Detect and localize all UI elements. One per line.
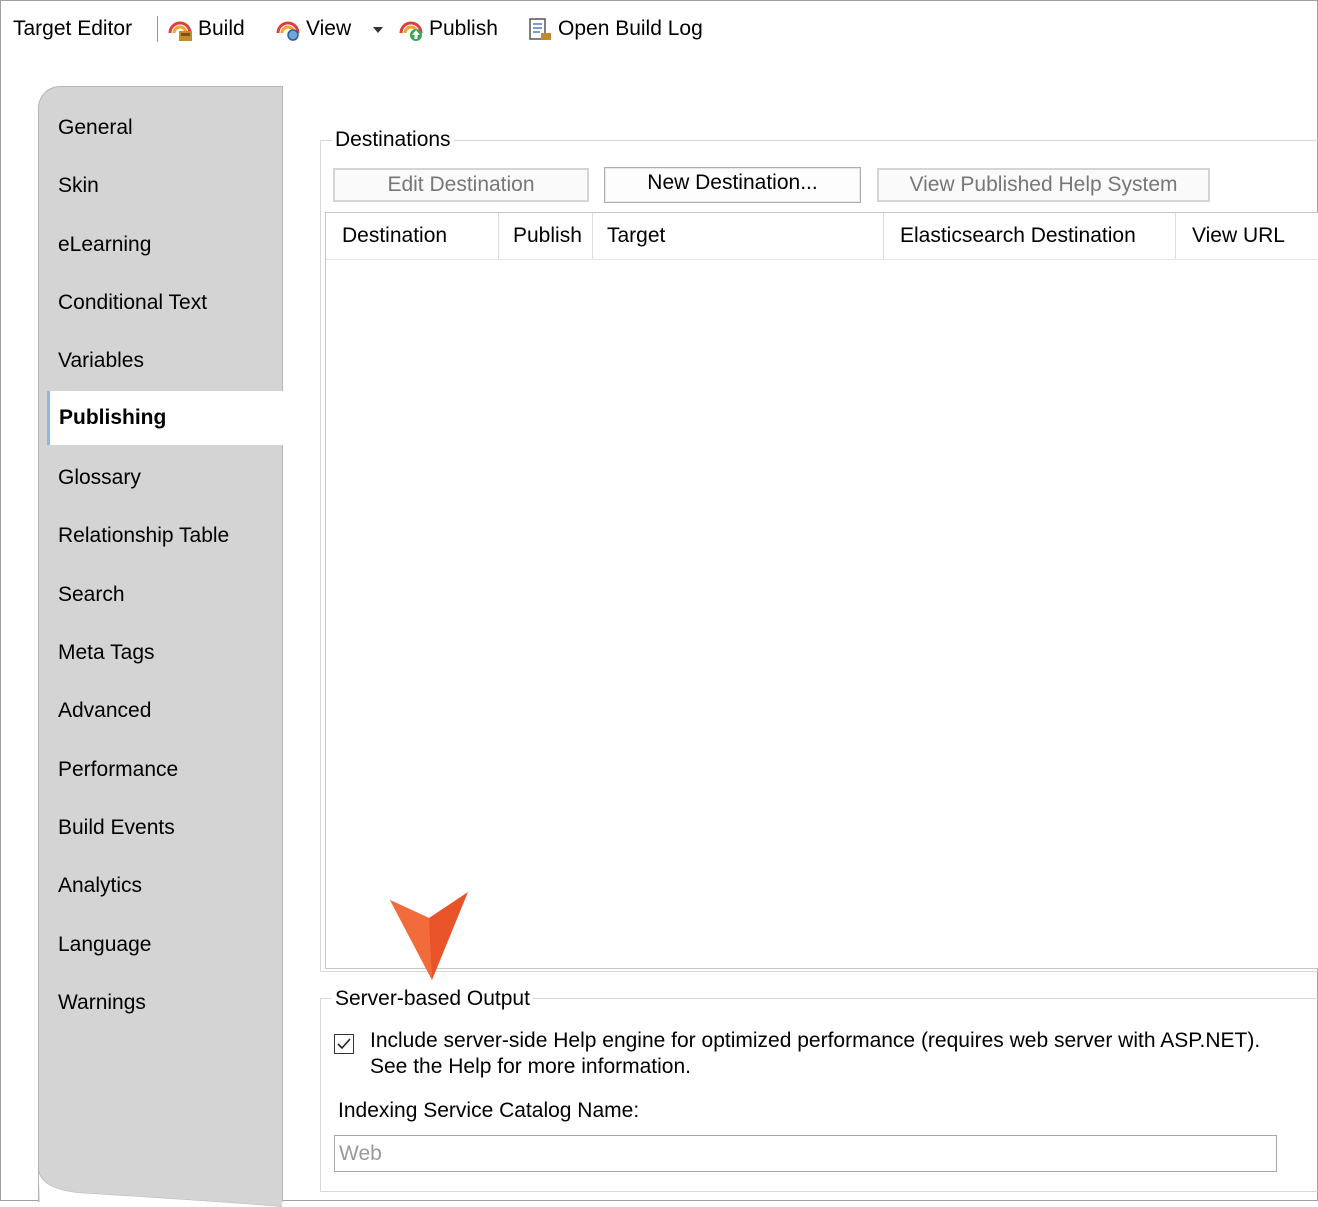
checkmark-icon [337,1038,351,1050]
column-header-destination[interactable]: Destination [326,213,499,259]
server-side-help-checkbox[interactable] [334,1034,354,1054]
nav-item-meta-tags[interactable]: Meta Tags [58,635,155,671]
toolbar-separator [157,16,158,42]
checkbox-label-line2: See the Help for more information. [370,1055,691,1078]
catalog-name-label: Indexing Service Catalog Name: [338,1099,640,1122]
toolbar: Target Editor Build View Publish Open Bu… [0,0,1316,58]
build-log-icon [527,16,553,42]
nav-item-language[interactable]: Language [58,927,151,963]
nav-item-warnings[interactable]: Warnings [58,985,146,1021]
build-button[interactable]: Build [167,14,245,44]
destinations-group-label: Destinations [332,127,454,153]
nav-item-variables[interactable]: Variables [58,343,144,379]
editor-title-text: Target Editor [13,17,133,40]
column-header-publish[interactable]: Publish [499,213,593,259]
column-header-target[interactable]: Target [593,213,884,259]
nav-item-build-events[interactable]: Build Events [58,810,175,846]
publish-button[interactable]: Publish [398,14,498,44]
column-header-view-url[interactable]: View URL [1176,213,1318,259]
nav-item-search[interactable]: Search [58,577,125,613]
open-build-log-button[interactable]: Open Build Log [527,14,703,44]
open-build-log-label: Open Build Log [558,17,703,40]
edit-destination-button[interactable]: Edit Destination [333,168,589,202]
nav-item-analytics[interactable]: Analytics [58,868,142,904]
server-side-help-checkbox-label: Include server-side Help engine for opti… [370,1028,1260,1080]
catalog-name-input[interactable]: Web [334,1135,1277,1172]
view-button[interactable]: View [275,14,351,44]
table-header-row: Destination Publish Target Elasticsearch… [326,213,1318,260]
server-output-group-label: Server-based Output [332,986,533,1012]
nav-panel-bottom-curve [39,1167,282,1207]
nav-item-general[interactable]: General [58,110,133,146]
column-header-elasticsearch-destination[interactable]: Elasticsearch Destination [884,213,1176,259]
nav-item-publishing[interactable]: Publishing [47,391,283,445]
view-icon [275,16,301,42]
editor-title: Target Editor [13,14,132,44]
build-label: Build [198,17,245,40]
nav-item-advanced[interactable]: Advanced [58,693,151,729]
new-destination-button[interactable]: New Destination... [604,167,861,203]
nav-item-performance[interactable]: Performance [58,752,178,788]
checkbox-label-line1: Include server-side Help engine for opti… [370,1029,1261,1052]
callout-arrow-icon [390,892,468,980]
nav-item-elearning[interactable]: eLearning [58,227,151,263]
publish-icon [398,16,424,42]
nav-item-glossary[interactable]: Glossary [58,460,141,496]
nav-item-conditional-text[interactable]: Conditional Text [58,285,207,321]
nav-item-publishing-label: Publishing [59,406,167,429]
publish-label: Publish [429,17,498,40]
view-label: View [306,17,352,40]
destinations-table[interactable]: Destination Publish Target Elasticsearch… [325,212,1318,969]
build-icon [167,16,193,42]
nav-item-skin[interactable]: Skin [58,168,99,204]
view-dropdown-arrow-icon[interactable] [373,27,383,33]
nav-item-relationship-table[interactable]: Relationship Table [58,518,229,554]
view-published-help-system-button[interactable]: View Published Help System [877,168,1210,202]
